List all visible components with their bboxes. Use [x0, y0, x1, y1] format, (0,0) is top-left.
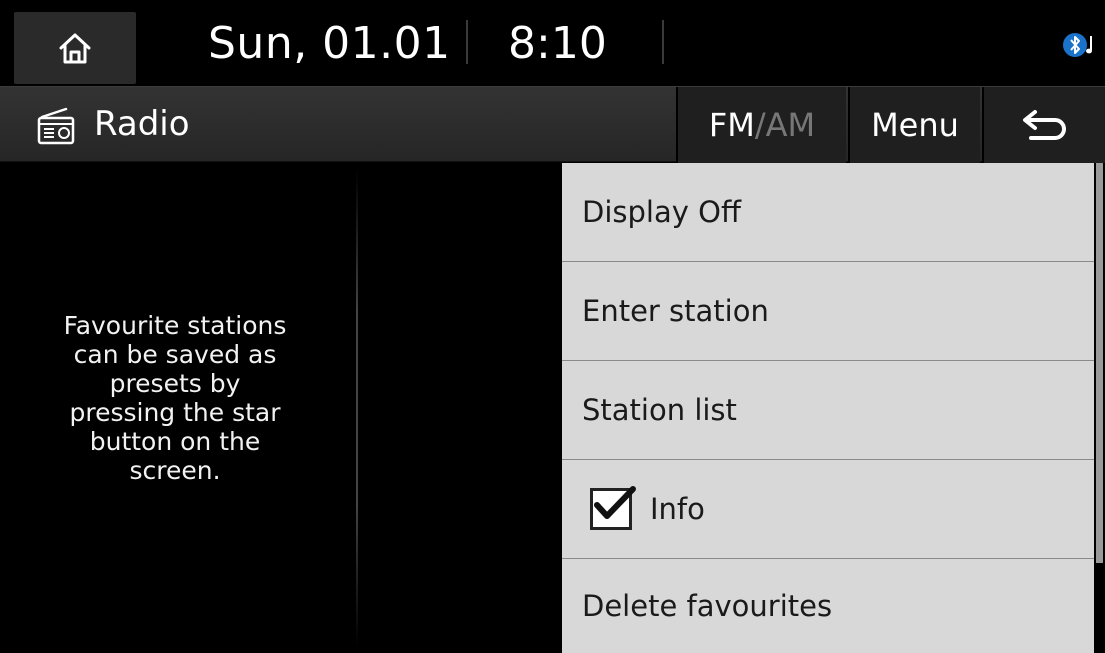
hint-line: Favourite stations	[63, 311, 287, 340]
menu-item-info[interactable]: Info	[562, 460, 1094, 559]
status-divider	[662, 20, 664, 64]
hint-line: button on the	[89, 427, 261, 456]
menu-item-label: Info	[650, 492, 705, 526]
page-title: Radio	[94, 104, 190, 144]
home-icon	[59, 33, 91, 64]
status-bar: Sun, 01.01 8:10	[0, 0, 1105, 86]
band-slash: /	[754, 106, 766, 144]
menu-item-delete-favourites[interactable]: Delete favourites	[562, 559, 1094, 653]
back-button[interactable]	[982, 87, 1105, 163]
menu-item-label: Delete favourites	[582, 589, 833, 623]
menu-item-display-off[interactable]: Display Off	[562, 163, 1094, 262]
menu-scrollbar[interactable]	[1094, 163, 1105, 653]
hint-line: pressing the star	[69, 398, 281, 427]
menu-item-label: Station list	[582, 393, 737, 427]
info-checkbox[interactable]	[590, 486, 636, 530]
menu-item-station-list[interactable]: Station list	[562, 361, 1094, 460]
menu-button[interactable]: Menu	[848, 87, 980, 163]
hint-line: can be saved as	[73, 340, 277, 369]
main-content: Favourite stations can be saved as prese…	[0, 163, 1105, 653]
band-toggle-button[interactable]: FM / AM	[676, 87, 846, 163]
menu-item-label: Display Off	[582, 195, 741, 229]
time-display: 8:10	[508, 18, 607, 69]
preset-hint-text: Favourite stations can be saved as prese…	[20, 311, 330, 485]
band-fm-label: FM	[708, 106, 755, 144]
menu-item-label: Enter station	[582, 294, 769, 328]
options-menu: Display Off Enter station Station list I…	[562, 163, 1094, 653]
hint-line: presets by	[109, 369, 241, 398]
date-display: Sun, 01.01	[208, 18, 451, 69]
home-button[interactable]	[14, 12, 136, 84]
band-am-label: AM	[765, 106, 816, 144]
back-arrow-icon	[1022, 110, 1066, 140]
checkmark-icon	[594, 486, 636, 519]
vertical-divider	[356, 169, 358, 647]
title-bar: Radio FM / AM Menu	[0, 86, 1105, 163]
radio-icon	[37, 107, 75, 145]
scrollbar-thumb[interactable]	[1096, 163, 1103, 563]
status-divider	[466, 20, 468, 64]
hint-line: screen.	[129, 456, 221, 485]
menu-item-enter-station[interactable]: Enter station	[562, 262, 1094, 361]
bluetooth-audio-icon	[1063, 33, 1092, 57]
